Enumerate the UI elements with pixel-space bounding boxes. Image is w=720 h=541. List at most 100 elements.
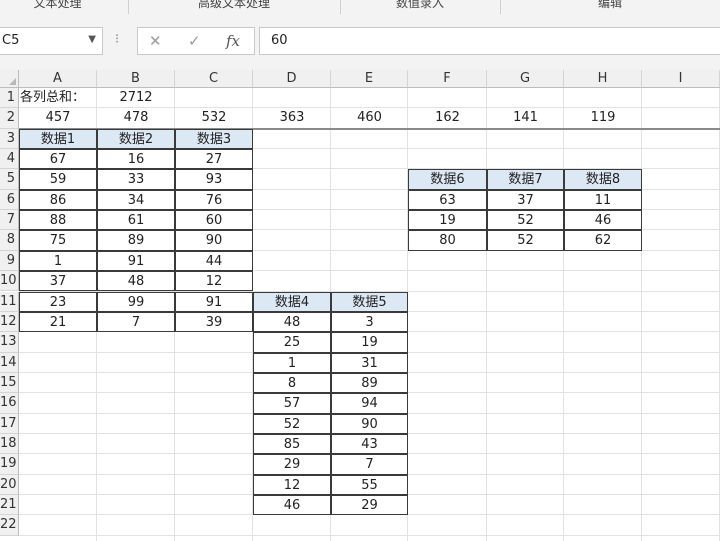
row-header-9[interactable]: 9 [0,250,19,272]
table3-data-cell[interactable]: 11 [564,189,642,211]
table3-data-cell[interactable]: 19 [408,210,487,231]
table3-header-cell[interactable]: 数据8 [564,169,642,190]
row-header-22[interactable]: 22 [0,515,19,536]
table2-data-cell[interactable]: 7 [331,454,408,475]
table2-data-cell[interactable]: 90 [331,413,408,434]
row-header-15[interactable]: 15 [0,372,19,394]
column-sum-cell[interactable]: 457 [19,108,97,128]
table2-data-cell[interactable]: 48 [253,311,331,333]
table2-data-cell[interactable]: 89 [331,372,408,394]
table1-data-cell[interactable]: 12 [175,271,253,292]
table2-data-cell[interactable]: 52 [253,413,331,434]
column-sum-cell[interactable]: 141 [487,108,564,128]
confirm-icon[interactable]: ✓ [188,32,201,50]
table2-header-cell[interactable]: 数据4 [253,291,331,312]
table2-data-cell[interactable]: 94 [331,393,408,414]
table2-data-cell[interactable]: 57 [253,393,331,414]
resize-handle-icon[interactable]: ⁝ [115,32,119,47]
table1-data-cell[interactable]: 23 [19,291,97,312]
table1-data-cell[interactable]: 90 [175,230,253,251]
row-header-5[interactable]: 5 [0,169,19,190]
table1-data-cell[interactable]: 33 [97,169,175,190]
row-header-12[interactable]: 12 [0,311,19,333]
row-header-4[interactable]: 4 [0,149,19,170]
table3-header-cell[interactable]: 数据6 [408,169,487,190]
table2-data-cell[interactable]: 12 [253,474,331,495]
table1-header-cell[interactable]: 数据1 [19,128,97,150]
table1-data-cell[interactable]: 1 [19,250,97,272]
row-header-14[interactable]: 14 [0,352,19,373]
table1-data-cell[interactable]: 59 [19,169,97,190]
row-header-10[interactable]: 10 [0,271,19,292]
table1-data-cell[interactable]: 86 [19,189,97,211]
row-header-7[interactable]: 7 [0,210,19,231]
table1-data-cell[interactable]: 37 [19,271,97,292]
table2-data-cell[interactable]: 31 [331,352,408,373]
table1-data-cell[interactable]: 88 [19,210,97,231]
column-header-i[interactable]: I [642,70,720,88]
row-header-16[interactable]: 16 [0,393,19,414]
table1-data-cell[interactable]: 39 [175,311,253,333]
column-header-f[interactable]: F [408,70,487,88]
table2-data-cell[interactable]: 29 [331,495,408,516]
table1-data-cell[interactable]: 61 [97,210,175,231]
table1-data-cell[interactable]: 89 [97,230,175,251]
table1-data-cell[interactable]: 7 [97,311,175,333]
table2-data-cell[interactable]: 85 [253,433,331,455]
sum-label-cell[interactable]: 各列总和： [19,88,97,108]
column-header-c[interactable]: C [175,70,253,88]
table1-data-cell[interactable]: 91 [97,250,175,272]
table2-data-cell[interactable]: 1 [253,352,331,373]
table1-data-cell[interactable]: 21 [19,311,97,333]
table1-data-cell[interactable]: 27 [175,149,253,170]
column-sum-cell[interactable]: 363 [253,108,331,128]
table3-data-cell[interactable]: 46 [564,210,642,231]
table1-data-cell[interactable]: 93 [175,169,253,190]
table3-data-cell[interactable]: 62 [564,230,642,251]
sum-total-cell[interactable]: 2712 [97,88,175,108]
table2-data-cell[interactable]: 29 [253,454,331,475]
column-sum-cell[interactable]: 460 [331,108,408,128]
table1-data-cell[interactable]: 60 [175,210,253,231]
table3-data-cell[interactable]: 80 [408,230,487,251]
column-header-b[interactable]: B [97,70,175,88]
table1-data-cell[interactable]: 16 [97,149,175,170]
table2-data-cell[interactable]: 3 [331,311,408,333]
table1-data-cell[interactable]: 67 [19,149,97,170]
row-header-1[interactable]: 1 [0,88,19,109]
row-header-18[interactable]: 18 [0,433,19,455]
table1-data-cell[interactable]: 91 [175,291,253,312]
table3-data-cell[interactable]: 52 [487,210,564,231]
table2-data-cell[interactable]: 19 [331,332,408,353]
table2-data-cell[interactable]: 8 [253,372,331,394]
column-header-d[interactable]: D [253,70,331,88]
table3-data-cell[interactable]: 52 [487,230,564,251]
table2-data-cell[interactable]: 46 [253,495,331,516]
row-header-21[interactable]: 21 [0,495,19,516]
table1-data-cell[interactable]: 76 [175,189,253,211]
table1-data-cell[interactable]: 44 [175,250,253,272]
column-header-h[interactable]: H [564,70,642,88]
formula-input[interactable]: 60 [259,27,720,55]
table2-data-cell[interactable]: 25 [253,332,331,353]
table1-data-cell[interactable]: 75 [19,230,97,251]
table2-data-cell[interactable]: 43 [331,433,408,455]
row-header-11[interactable]: 11 [0,291,19,312]
select-all-corner[interactable] [0,70,19,88]
column-sum-cell[interactable]: 119 [564,108,642,128]
table3-data-cell[interactable]: 37 [487,189,564,211]
column-sum-cell[interactable]: 162 [408,108,487,128]
row-header-6[interactable]: 6 [0,189,19,211]
table1-header-cell[interactable]: 数据3 [175,128,253,150]
table1-data-cell[interactable]: 99 [97,291,175,312]
insert-function-icon[interactable]: fx [226,32,240,50]
row-header-2[interactable]: 2 [0,108,19,129]
row-header-3[interactable]: 3 [0,128,19,150]
table1-data-cell[interactable]: 34 [97,189,175,211]
column-header-e[interactable]: E [331,70,408,88]
column-sum-cell[interactable]: 478 [97,108,175,128]
table3-data-cell[interactable]: 63 [408,189,487,211]
row-header-13[interactable]: 13 [0,332,19,353]
chevron-down-icon[interactable]: ▼ [88,34,96,45]
row-header-20[interactable]: 20 [0,474,19,495]
